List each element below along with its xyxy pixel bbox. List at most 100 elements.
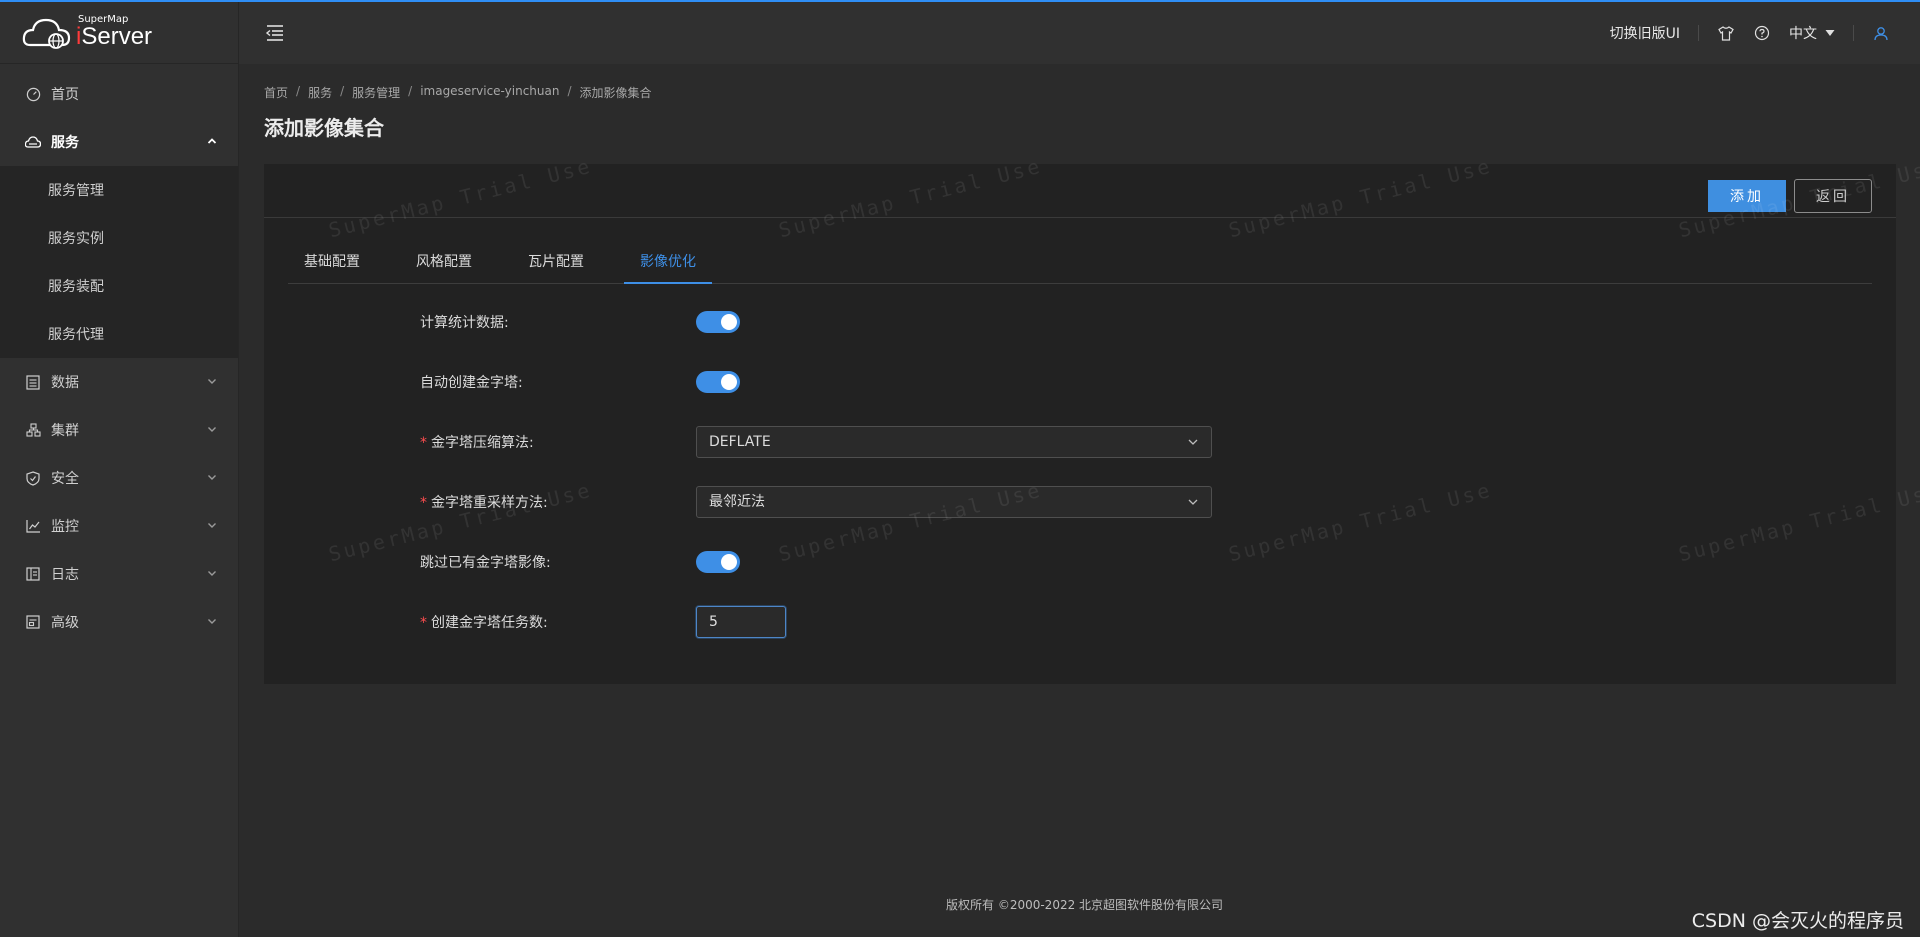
breadcrumb-service[interactable]: 服务 [308,84,332,101]
sidebar: SuperMap iServer 首页 服务 服务管理 服务实例 服务装配 服务… [0,0,239,937]
task-count-label-text: 创建金字塔任务数: [431,615,548,631]
sidebar-item-home[interactable]: 首页 [0,70,238,118]
language-selector[interactable]: 中文 [1789,23,1835,43]
tab-basic-config[interactable]: 基础配置 [288,246,376,283]
monitor-chart-icon [25,518,41,534]
switch-knob [721,554,737,570]
service-submenu: 服务管理 服务实例 服务装配 服务代理 [0,166,238,358]
switch-knob [721,314,737,330]
chevron-down-icon [208,523,216,528]
compress-selected-value: DEFLATE [709,434,771,450]
header-actions: 切换旧版UI 中文 [1610,2,1920,64]
chevron-down-icon [1188,499,1198,505]
tab-tile-config[interactable]: 瓦片配置 [512,246,600,283]
skip-existing-switch[interactable] [696,551,740,573]
sidebar-item-label: 数据 [51,375,79,391]
advanced-icon [25,614,41,630]
compress-label: * 金字塔压缩算法: [420,432,534,452]
breadcrumb-service-management[interactable]: 服务管理 [352,84,400,101]
breadcrumb: 首页 / 服务 / 服务管理 / imageservice-yinchuan /… [264,84,652,101]
chevron-down-icon [208,619,216,624]
menu-fold-icon[interactable] [264,22,286,44]
csdn-watermark: CSDN @会灭火的程序员 [1691,910,1904,932]
logo-main: Server [81,22,153,50]
top-header: 切换旧版UI 中文 [239,2,1920,64]
form-panel: 添加 返回 基础配置 风格配置 瓦片配置 影像优化 计算统计数据: 自动创建金字… [264,164,1896,684]
task-count-input[interactable]: 5 [696,606,786,638]
shield-icon [25,470,41,486]
panel-toolbar: 添加 返回 [264,164,1896,218]
breadcrumb-separator: / [408,84,413,98]
compress-select[interactable]: DEFLATE [696,426,1212,458]
sidebar-item-service-proxy[interactable]: 服务代理 [0,310,238,358]
sidebar-item-label: 首页 [51,87,79,103]
required-mark: * [420,435,427,451]
required-mark: * [420,495,427,511]
breadcrumb-separator: / [567,84,572,98]
sidebar-item-log[interactable]: 日志 [0,550,238,598]
logo-product-name: iServer [76,22,153,50]
cluster-icon [25,422,41,438]
calc-stats-label: 计算统计数据: [420,315,509,331]
back-button[interactable]: 返回 [1794,179,1872,213]
language-label: 中文 [1789,26,1817,42]
user-icon[interactable] [1872,24,1890,42]
required-mark: * [420,615,427,631]
sidebar-item-advanced[interactable]: 高级 [0,598,238,646]
sidebar-item-data[interactable]: 数据 [0,358,238,406]
copyright-footer: 版权所有 ©2000-2022 北京超图软件股份有限公司 [946,898,1224,912]
sidebar-item-label: 安全 [51,471,79,487]
sidebar-item-service-management[interactable]: 服务管理 [0,166,238,214]
header-divider [1853,25,1854,41]
help-icon[interactable] [1753,24,1771,42]
breadcrumb-separator: / [340,84,345,98]
sidebar-item-cluster[interactable]: 集群 [0,406,238,454]
chevron-up-icon [207,138,217,144]
resample-label: * 金字塔重采样方法: [420,492,548,512]
compress-label-text: 金字塔压缩算法: [431,435,534,451]
task-count-label: * 创建金字塔任务数: [420,612,548,632]
tab-style-config[interactable]: 风格配置 [400,246,488,283]
resample-select[interactable]: 最邻近法 [696,486,1212,518]
sidebar-item-label: 集群 [51,423,79,439]
add-button[interactable]: 添加 [1708,180,1786,212]
sidebar-item-security[interactable]: 安全 [0,454,238,502]
dashboard-icon [25,86,41,102]
config-tabs: 基础配置 风格配置 瓦片配置 影像优化 [288,246,1872,284]
page-title: 添加影像集合 [264,116,384,140]
auto-pyramid-switch[interactable] [696,371,740,393]
cloud-logo-icon [22,18,71,49]
chevron-down-icon [208,571,216,576]
calc-stats-switch[interactable] [696,311,740,333]
breadcrumb-home[interactable]: 首页 [264,84,288,101]
resample-label-text: 金字塔重采样方法: [431,495,548,511]
sidebar-item-service-assembly[interactable]: 服务装配 [0,262,238,310]
breadcrumb-separator: / [296,84,301,98]
switch-knob [721,374,737,390]
sidebar-item-label: 日志 [51,567,79,583]
sidebar-item-label: 服务 [51,135,79,151]
skip-existing-label: 跳过已有金字塔影像: [420,555,551,571]
switch-old-ui-link[interactable]: 切换旧版UI [1610,23,1680,43]
breadcrumb-current: 添加影像集合 [579,86,652,100]
resample-selected-value: 最邻近法 [709,494,765,510]
cloud-service-icon [25,134,41,150]
sidebar-item-service-instance[interactable]: 服务实例 [0,214,238,262]
chevron-down-icon [208,475,216,480]
auto-pyramid-label: 自动创建金字塔: [420,375,523,391]
caret-down-icon [1825,30,1835,36]
sidebar-item-label: 高级 [51,615,79,631]
logo[interactable]: SuperMap iServer [0,0,238,64]
sidebar-nav: 首页 服务 服务管理 服务实例 服务装配 服务代理 数据 集群 安全 监控 日志… [0,64,238,646]
chevron-down-icon [1188,439,1198,445]
data-icon [25,374,41,390]
breadcrumb-imageservice[interactable]: imageservice-yinchuan [420,84,559,101]
chevron-down-icon [208,379,216,384]
sidebar-item-service[interactable]: 服务 [0,118,238,166]
theme-shirt-icon[interactable] [1717,24,1735,42]
tab-image-optimization[interactable]: 影像优化 [624,246,712,284]
sidebar-item-label: 监控 [51,519,79,535]
sidebar-item-monitor[interactable]: 监控 [0,502,238,550]
log-icon [25,566,41,582]
top-accent-line [0,0,1920,2]
